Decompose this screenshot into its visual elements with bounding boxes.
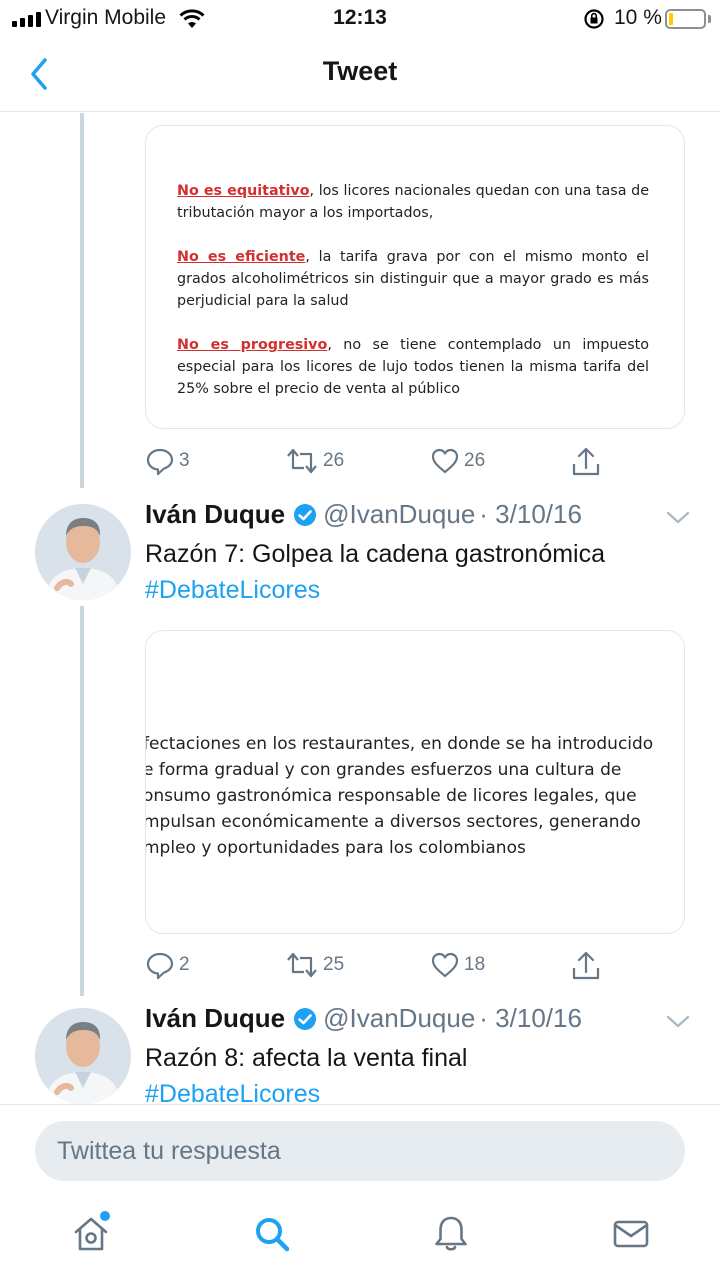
reply-count: 3 bbox=[179, 450, 190, 471]
tweet-image-card[interactable]: No es equitativo, los licores nacionales… bbox=[145, 125, 685, 429]
author-handle[interactable]: @IvanDuque bbox=[323, 499, 475, 530]
battery-icon bbox=[665, 9, 706, 29]
hashtag-link[interactable]: #DebateLicores bbox=[145, 572, 605, 608]
reply-placeholder: Twittea tu respuesta bbox=[57, 1137, 281, 1165]
mail-icon[interactable] bbox=[611, 1214, 651, 1254]
tweet-header: Iván Duque @IvanDuque · 3/10/16 bbox=[145, 1003, 582, 1034]
verified-badge-icon bbox=[294, 503, 317, 526]
status-bar: Virgin Mobile 12:13 10 % bbox=[0, 0, 720, 38]
like-button[interactable]: 18 bbox=[430, 950, 485, 980]
document-image-text: No es equitativo, los licores nacionales… bbox=[177, 180, 649, 422]
page-title: Tweet bbox=[322, 56, 398, 86]
tweet-actions: 2 25 18 bbox=[145, 950, 615, 986]
share-button[interactable] bbox=[571, 446, 601, 478]
tweet-image-card[interactable]: fectaciones en los restaurantes, en dond… bbox=[145, 630, 685, 934]
new-content-dot bbox=[100, 1211, 110, 1221]
like-count: 26 bbox=[464, 450, 486, 471]
author-name[interactable]: Iván Duque bbox=[145, 499, 285, 530]
heart-icon bbox=[431, 952, 459, 978]
chevron-down-icon[interactable] bbox=[666, 1015, 690, 1029]
retweet-icon bbox=[287, 448, 317, 474]
tweet-date: · 3/10/16 bbox=[479, 1003, 582, 1033]
tweet-actions: 3 26 26 bbox=[145, 446, 615, 482]
share-icon bbox=[572, 447, 600, 476]
reply-icon bbox=[146, 952, 174, 980]
retweet-button[interactable]: 26 bbox=[285, 446, 344, 476]
heart-icon bbox=[431, 448, 459, 474]
tweet-text-line: Razón 8: afecta la venta final bbox=[145, 1044, 468, 1072]
battery-nub bbox=[708, 15, 711, 23]
thread-line bbox=[80, 606, 84, 996]
reply-icon bbox=[146, 448, 174, 476]
verified-badge-icon bbox=[294, 1007, 317, 1030]
tweet-text: Razón 7: Golpea la cadena gastronómica #… bbox=[145, 536, 605, 608]
tweet-text-line: Razón 7: Golpea la cadena gastronómica bbox=[145, 540, 606, 568]
doc-line: mpulsan económicamente a diversos sector… bbox=[145, 812, 641, 832]
document-image-text: fectaciones en los restaurantes, en dond… bbox=[145, 731, 654, 861]
avatar[interactable] bbox=[35, 1008, 131, 1104]
author-name[interactable]: Iván Duque bbox=[145, 1003, 285, 1034]
doc-highlight: No es eficiente bbox=[177, 249, 306, 265]
share-button[interactable] bbox=[571, 950, 601, 982]
search-icon[interactable] bbox=[252, 1214, 292, 1254]
doc-line: fectaciones en los restaurantes, en dond… bbox=[145, 734, 654, 754]
doc-highlight: No es equitativo bbox=[177, 183, 310, 199]
retweet-count: 25 bbox=[323, 954, 345, 975]
reply-button[interactable]: 2 bbox=[145, 950, 190, 980]
retweet-button[interactable]: 25 bbox=[285, 950, 344, 980]
share-icon bbox=[572, 951, 600, 980]
chevron-down-icon[interactable] bbox=[666, 511, 690, 525]
tweet-header: Iván Duque @IvanDuque · 3/10/16 bbox=[145, 499, 582, 530]
tweet-text: Razón 8: afecta la venta final #DebateLi… bbox=[145, 1040, 467, 1112]
avatar[interactable] bbox=[35, 504, 131, 600]
battery-percentage: 10 % bbox=[614, 6, 662, 29]
reply-input[interactable]: Twittea tu respuesta bbox=[35, 1121, 685, 1181]
doc-line: onsumo gastronómica responsable de licor… bbox=[145, 786, 637, 806]
doc-line: e forma gradual y con grandes esfuerzos … bbox=[145, 760, 622, 780]
retweet-count: 26 bbox=[323, 450, 345, 471]
clock: 12:13 bbox=[333, 6, 387, 29]
retweet-icon bbox=[287, 952, 317, 978]
nav-bar: Tweet bbox=[0, 38, 720, 112]
bell-icon[interactable] bbox=[432, 1214, 470, 1254]
thread-line bbox=[80, 113, 84, 488]
like-button[interactable]: 26 bbox=[430, 446, 485, 476]
like-count: 18 bbox=[464, 954, 486, 975]
doc-highlight: No es progresivo bbox=[177, 337, 328, 353]
author-handle[interactable]: @IvanDuque bbox=[323, 1003, 475, 1034]
rotation-lock-icon bbox=[584, 9, 604, 29]
tweet-date: · 3/10/16 bbox=[479, 499, 582, 529]
reply-count: 2 bbox=[179, 954, 190, 975]
reply-button[interactable]: 3 bbox=[145, 446, 190, 476]
doc-line: mpleo y oportunidades para los colombian… bbox=[145, 838, 526, 858]
